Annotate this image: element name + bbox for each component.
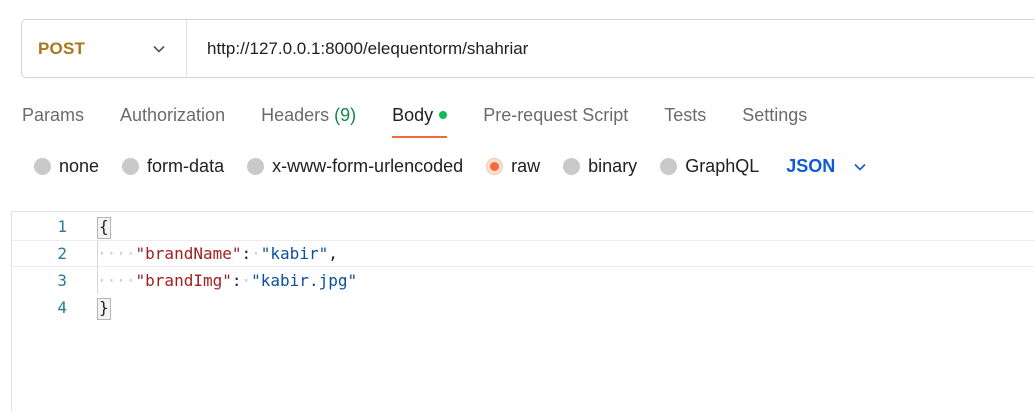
- json-colon: :: [241, 244, 252, 263]
- body-type-graphql[interactable]: GraphQL: [660, 156, 759, 177]
- tab-params[interactable]: Params: [22, 100, 84, 136]
- tab-label: Tests: [664, 105, 707, 125]
- request-tabs: Params Authorization Headers (9) Body Pr…: [22, 100, 843, 140]
- indent-marker: ····: [97, 244, 136, 263]
- close-brace: }: [97, 297, 111, 320]
- tab-label: Pre-request Script: [483, 105, 629, 125]
- tab-body[interactable]: Body: [392, 100, 448, 138]
- tab-tests[interactable]: Tests: [664, 100, 706, 136]
- tab-label: Authorization: [120, 105, 226, 125]
- radio-button[interactable]: [247, 158, 265, 175]
- indent-marker: ····: [97, 271, 136, 290]
- language-label: JSON: [786, 156, 836, 176]
- tab-label: Settings: [742, 105, 808, 125]
- body-type-form-data[interactable]: form-data: [122, 156, 224, 177]
- tab-settings[interactable]: Settings: [742, 100, 807, 136]
- tab-label: Body: [392, 105, 434, 125]
- line-number: 3: [57, 271, 67, 290]
- url-input[interactable]: http://127.0.0.1:8000/elequentorm/shahri…: [187, 20, 1034, 77]
- headers-count: (9): [334, 105, 357, 125]
- radio-label: raw: [511, 156, 541, 176]
- json-value: "kabir.jpg": [251, 271, 358, 290]
- method-label: POST: [38, 38, 86, 58]
- json-value: "kabir": [260, 244, 329, 263]
- body-type-urlencoded[interactable]: x-www-form-urlencoded: [247, 156, 463, 177]
- json-key: "brandImg": [135, 271, 232, 290]
- body-type-raw[interactable]: raw: [486, 156, 540, 177]
- radio-label: binary: [588, 156, 638, 176]
- json-comma: ,: [328, 244, 338, 263]
- editor-line: 1 {: [12, 213, 1034, 240]
- body-type-none[interactable]: none: [34, 156, 99, 177]
- request-bar: POST http://127.0.0.1:8000/elequentorm/s…: [21, 19, 1034, 78]
- chevron-down-icon: [854, 163, 866, 171]
- radio-label: GraphQL: [685, 156, 760, 176]
- editor-line: 4 }: [12, 294, 1034, 321]
- line-number: 1: [57, 217, 67, 236]
- method-dropdown[interactable]: POST: [22, 20, 187, 77]
- line-code: {: [97, 213, 111, 240]
- language-dropdown[interactable]: JSON: [786, 156, 867, 177]
- radio-button[interactable]: [122, 158, 140, 175]
- url-text: http://127.0.0.1:8000/elequentorm/shahri…: [207, 38, 529, 58]
- radio-label: form-data: [147, 156, 225, 176]
- chevron-down-icon: [153, 45, 165, 53]
- editor-line: 3 ····"brandImg":·"kabir.jpg": [12, 267, 1034, 294]
- tab-headers[interactable]: Headers (9): [261, 100, 356, 136]
- open-brace: {: [97, 216, 111, 239]
- radio-label: none: [59, 156, 100, 176]
- radio-button[interactable]: [563, 158, 581, 175]
- line-number: 2: [57, 244, 67, 263]
- line-number: 4: [57, 298, 67, 317]
- tab-pre-request-script[interactable]: Pre-request Script: [483, 100, 628, 136]
- body-type-options: none form-data x-www-form-urlencoded raw…: [34, 156, 867, 177]
- code-editor[interactable]: 1 { 2 ····"brandName":·"kabir", 3 ····"b…: [11, 211, 1034, 411]
- json-colon: :: [231, 271, 242, 290]
- line-code: ····"brandImg":·"kabir.jpg": [97, 271, 358, 290]
- radio-button[interactable]: [660, 158, 678, 175]
- body-type-binary[interactable]: binary: [563, 156, 637, 177]
- body-indicator-dot: [439, 111, 448, 119]
- radio-label: x-www-form-urlencoded: [272, 156, 464, 176]
- json-key: "brandName": [135, 244, 242, 263]
- tab-authorization[interactable]: Authorization: [120, 100, 225, 136]
- radio-button[interactable]: [34, 158, 51, 175]
- tab-label: Headers: [261, 105, 330, 125]
- editor-line: 2 ····"brandName":·"kabir",: [12, 240, 1034, 267]
- line-code: }: [97, 294, 111, 321]
- tab-label: Params: [22, 105, 85, 125]
- radio-button-selected[interactable]: [486, 158, 504, 175]
- line-code: ····"brandName":·"kabir",: [97, 244, 338, 263]
